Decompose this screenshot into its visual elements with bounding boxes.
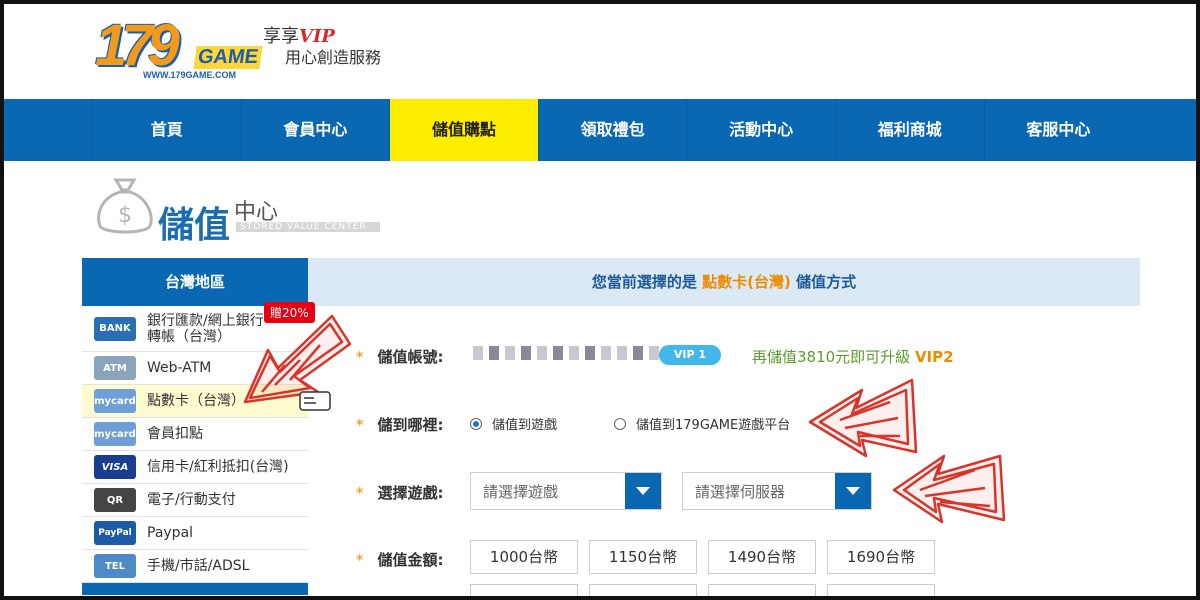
- visa-icon: VISA: [94, 455, 136, 479]
- mycard-icon: mycard: [94, 422, 136, 446]
- sidebar-item-phone[interactable]: TEL 手機/市話/ADSL: [82, 550, 308, 583]
- amount-option-extra[interactable]: [589, 584, 697, 600]
- bank-icon: BANK: [94, 316, 136, 341]
- qr-icon: QR: [94, 488, 136, 512]
- sidebar-item-label: Web-ATM: [147, 360, 212, 376]
- nav-item-home[interactable]: 首頁: [92, 99, 241, 161]
- sidebar-item-label: 銀行匯款/網上銀行轉帳（台灣）: [147, 312, 264, 345]
- amount-label: * 儲值金額:: [356, 551, 444, 569]
- arrow-to-radio: [808, 378, 918, 458]
- arrow-to-select: [892, 454, 1006, 524]
- sidebar-item-label: 手機/市話/ADSL: [147, 558, 250, 574]
- atm-icon: ATM: [94, 356, 136, 380]
- amount-option-1490[interactable]: 1490台幣: [708, 540, 816, 574]
- logo-number: 179: [95, 13, 180, 78]
- sidebar-item-paypal[interactable]: PayPal Paypal: [82, 517, 308, 550]
- sidebar-item-creditcard[interactable]: VISA 信用卡/紅利抵扣(台灣): [82, 451, 308, 484]
- sidebar-item-label: 信用卡/紅利抵扣(台灣): [147, 459, 289, 475]
- sidebar-title: 台灣地區: [82, 258, 308, 306]
- mycard-icon: mycard: [94, 389, 136, 413]
- server-select[interactable]: 請選擇伺服器: [682, 472, 872, 510]
- amount-option-1000[interactable]: 1000台幣: [470, 540, 578, 574]
- sidebar-item-label: 點數卡（台灣）: [147, 393, 245, 409]
- sidebar-item-label: 電子/行動支付: [147, 492, 236, 508]
- sidebar-item-mobile-pay[interactable]: QR 電子/行動支付: [82, 484, 308, 517]
- amount-option-extra[interactable]: [470, 584, 578, 600]
- amount-option-extra[interactable]: [708, 584, 816, 600]
- sidebar-item-webatm[interactable]: ATM Web-ATM: [82, 352, 308, 385]
- slogan-line2: 用心創造服務: [285, 48, 382, 67]
- page-title: $ 儲值 中心 STORED VALUE CENTER: [94, 170, 394, 246]
- nav-item-support[interactable]: 客服中心: [983, 99, 1133, 161]
- nav-item-shop[interactable]: 福利商城: [834, 99, 984, 161]
- radio-to-game[interactable]: 儲值到遊戲: [470, 414, 557, 433]
- selected-method-banner: 您當前選擇的是 點數卡(台灣) 儲值方式: [308, 258, 1140, 306]
- phone-icon: TEL: [94, 554, 136, 578]
- site-logo[interactable]: 179 GAME WWW.179GAME.COM 享享VIP 用心創造服務: [95, 8, 425, 86]
- target-label: * 儲到哪裡:: [356, 416, 444, 434]
- logo-game-text: GAME: [193, 46, 263, 69]
- nav-item-topup[interactable]: 儲值購點: [389, 99, 538, 161]
- amount-option-extra[interactable]: [827, 584, 935, 600]
- sidebar-item-label: 會員扣點: [147, 426, 203, 442]
- sidebar-item-member-points[interactable]: mycard 會員扣點: [82, 418, 308, 451]
- vip-level-badge: VIP 1: [659, 345, 721, 365]
- sidebar-item-pointcard[interactable]: mycard 點數卡（台灣）: [82, 385, 308, 418]
- account-label: * 儲值帳號:: [356, 348, 444, 366]
- chevron-down-icon: [835, 473, 871, 509]
- account-value-masked: [473, 346, 659, 360]
- radio-to-platform[interactable]: 儲值到179GAME遊戲平台: [614, 414, 790, 433]
- svg-text:$: $: [118, 203, 132, 228]
- chevron-down-icon: [625, 473, 661, 509]
- title-en: STORED VALUE CENTER: [236, 222, 380, 232]
- title-big: 儲值: [158, 205, 231, 246]
- sidebar-item-label: Paypal: [147, 525, 194, 541]
- amount-option-1150[interactable]: 1150台幣: [589, 540, 697, 574]
- nav-item-gifts[interactable]: 領取禮包: [537, 99, 687, 161]
- amount-option-1690[interactable]: 1690台幣: [827, 540, 935, 574]
- game-select[interactable]: 請選擇遊戲: [470, 472, 662, 510]
- main-nav: 首頁 會員中心 儲值購點 領取禮包 活動中心 福利商城 客服中心: [4, 99, 1196, 161]
- game-label: * 選擇遊戲:: [356, 484, 444, 502]
- nav-item-events[interactable]: 活動中心: [686, 99, 835, 161]
- sidebar-footer: [82, 583, 308, 595]
- logo-url: WWW.179GAME.COM: [143, 70, 237, 80]
- nav-item-member[interactable]: 會員中心: [240, 99, 390, 161]
- bonus-badge: 贈20%: [264, 302, 315, 323]
- paypal-icon: PayPal: [94, 521, 136, 545]
- upgrade-hint: 再儲值3810元即可升級 VIP2: [752, 348, 954, 366]
- money-bag-icon: $: [97, 178, 153, 234]
